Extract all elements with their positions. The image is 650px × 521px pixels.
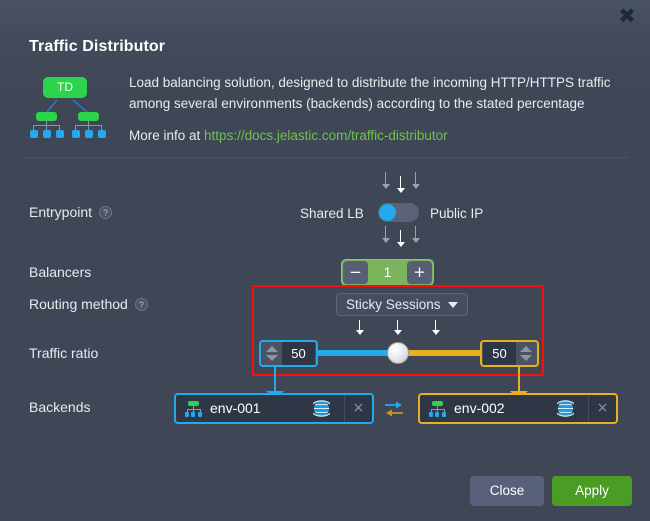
label-traffic-ratio: Traffic ratio: [29, 345, 99, 361]
traffic-ratio-right-spinner: 50: [480, 340, 539, 367]
arrows-below-entrypoint: [371, 226, 431, 248]
chevron-up-icon[interactable]: [266, 346, 278, 352]
label-routing-method: Routing method?: [29, 296, 148, 313]
remove-backend-icon[interactable]: ×: [588, 395, 616, 422]
balancers-stepper: − 1 +: [341, 259, 434, 286]
connector-left: [274, 367, 276, 393]
connector-right: [518, 367, 520, 393]
environment-icon: [185, 401, 202, 417]
chevron-down-icon[interactable]: [266, 355, 278, 361]
toggle-label-shared-lb[interactable]: Shared LB: [300, 206, 364, 221]
environment-icon: [429, 401, 446, 417]
slider-track-left[interactable]: [312, 350, 398, 356]
toggle-label-public-ip[interactable]: Public IP: [430, 206, 483, 221]
page-title: Traffic Distributor: [29, 38, 166, 55]
traffic-distributor-icon: TD: [29, 72, 109, 142]
balancers-decrement-button[interactable]: −: [343, 261, 368, 284]
traffic-ratio-slider-handle[interactable]: [387, 342, 409, 364]
balancers-increment-button[interactable]: +: [407, 261, 432, 284]
globe-icon[interactable]: [557, 400, 574, 417]
routing-method-help-icon[interactable]: ?: [134, 297, 148, 311]
more-info-prefix: More info at: [129, 128, 205, 143]
traffic-ratio-right-value[interactable]: 50: [483, 342, 516, 365]
td-sub-node: [71, 112, 107, 138]
routing-method-value: Sticky Sessions: [346, 297, 441, 312]
docs-link[interactable]: https://docs.jelastic.com/traffic-distri…: [204, 128, 448, 143]
arrows-above-traffic-ratio: [340, 320, 460, 336]
close-button[interactable]: Close: [470, 476, 544, 506]
left-spinner-buttons[interactable]: [262, 342, 282, 365]
label-balancers: Balancers: [29, 264, 92, 280]
description-line-1: Load balancing solution, designed to dis…: [129, 75, 611, 90]
chevron-up-icon[interactable]: [520, 346, 532, 352]
description-line-2: among several environments (backends) ac…: [129, 96, 585, 111]
routing-method-select[interactable]: Sticky Sessions: [336, 293, 468, 316]
more-info-line: More info at https://docs.jelastic.com/t…: [129, 125, 629, 146]
chevron-down-icon[interactable]: [520, 355, 532, 361]
swap-arrows-icon[interactable]: [383, 398, 405, 420]
label-entrypoint: Entrypoint?: [29, 204, 113, 221]
arrows-above-entrypoint: [371, 172, 431, 194]
traffic-ratio-left-value[interactable]: 50: [282, 342, 315, 365]
slider-track-right[interactable]: [398, 350, 480, 356]
header-divider: [22, 157, 628, 158]
chevron-down-icon: [447, 301, 458, 308]
entrypoint-toggle[interactable]: [378, 203, 419, 222]
backend-item-env-001[interactable]: env-001 ×: [174, 393, 374, 424]
globe-icon[interactable]: [313, 400, 330, 417]
label-backends: Backends: [29, 399, 91, 415]
right-spinner-buttons[interactable]: [516, 342, 536, 365]
info-block: TD Load balancing solution, designed to …: [29, 72, 621, 148]
description-text: Load balancing solution, designed to dis…: [129, 72, 629, 146]
backend-name: env-002: [454, 400, 505, 416]
dialog-topbar: ✖: [0, 0, 650, 30]
balancers-value[interactable]: 1: [368, 261, 407, 284]
td-sub-node: [29, 112, 65, 138]
backend-item-env-002[interactable]: env-002 ×: [418, 393, 618, 424]
entrypoint-toggle-group: Shared LB Public IP: [300, 203, 500, 225]
toggle-knob: [379, 204, 396, 221]
close-icon[interactable]: ✖: [616, 6, 638, 28]
traffic-distributor-dialog: ✖ Traffic Distributor TD Load balancing …: [0, 0, 650, 521]
remove-backend-icon[interactable]: ×: [344, 395, 372, 422]
apply-button[interactable]: Apply: [552, 476, 632, 506]
traffic-ratio-left-spinner: 50: [259, 340, 318, 367]
entrypoint-help-icon[interactable]: ?: [99, 205, 113, 219]
backend-name: env-001: [210, 400, 261, 416]
